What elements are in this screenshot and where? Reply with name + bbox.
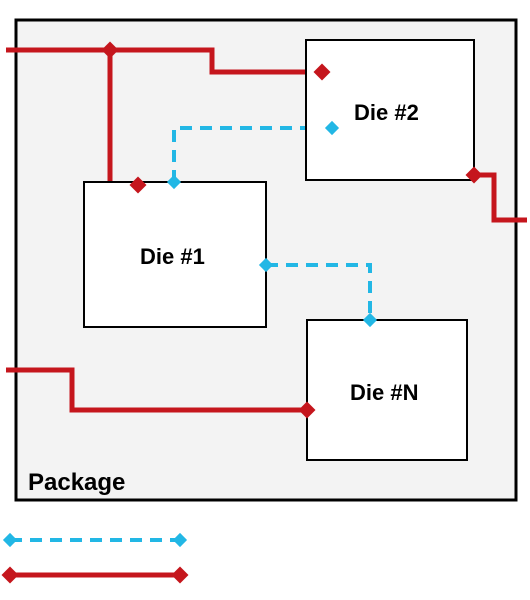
package-label: Package xyxy=(28,469,125,496)
die-2-label: Die #2 xyxy=(354,100,419,125)
package-diagram: Die #2 Die #1 Die #N Package xyxy=(0,0,530,600)
node-icon xyxy=(3,533,17,547)
die-1-label: Die #1 xyxy=(140,244,205,269)
diagram-stage: Die #2 Die #1 Die #N Package xyxy=(0,0,530,600)
node-icon xyxy=(2,567,19,584)
die-n-label: Die #N xyxy=(350,380,418,405)
legend xyxy=(2,533,189,584)
node-icon xyxy=(172,567,189,584)
node-icon xyxy=(173,533,187,547)
